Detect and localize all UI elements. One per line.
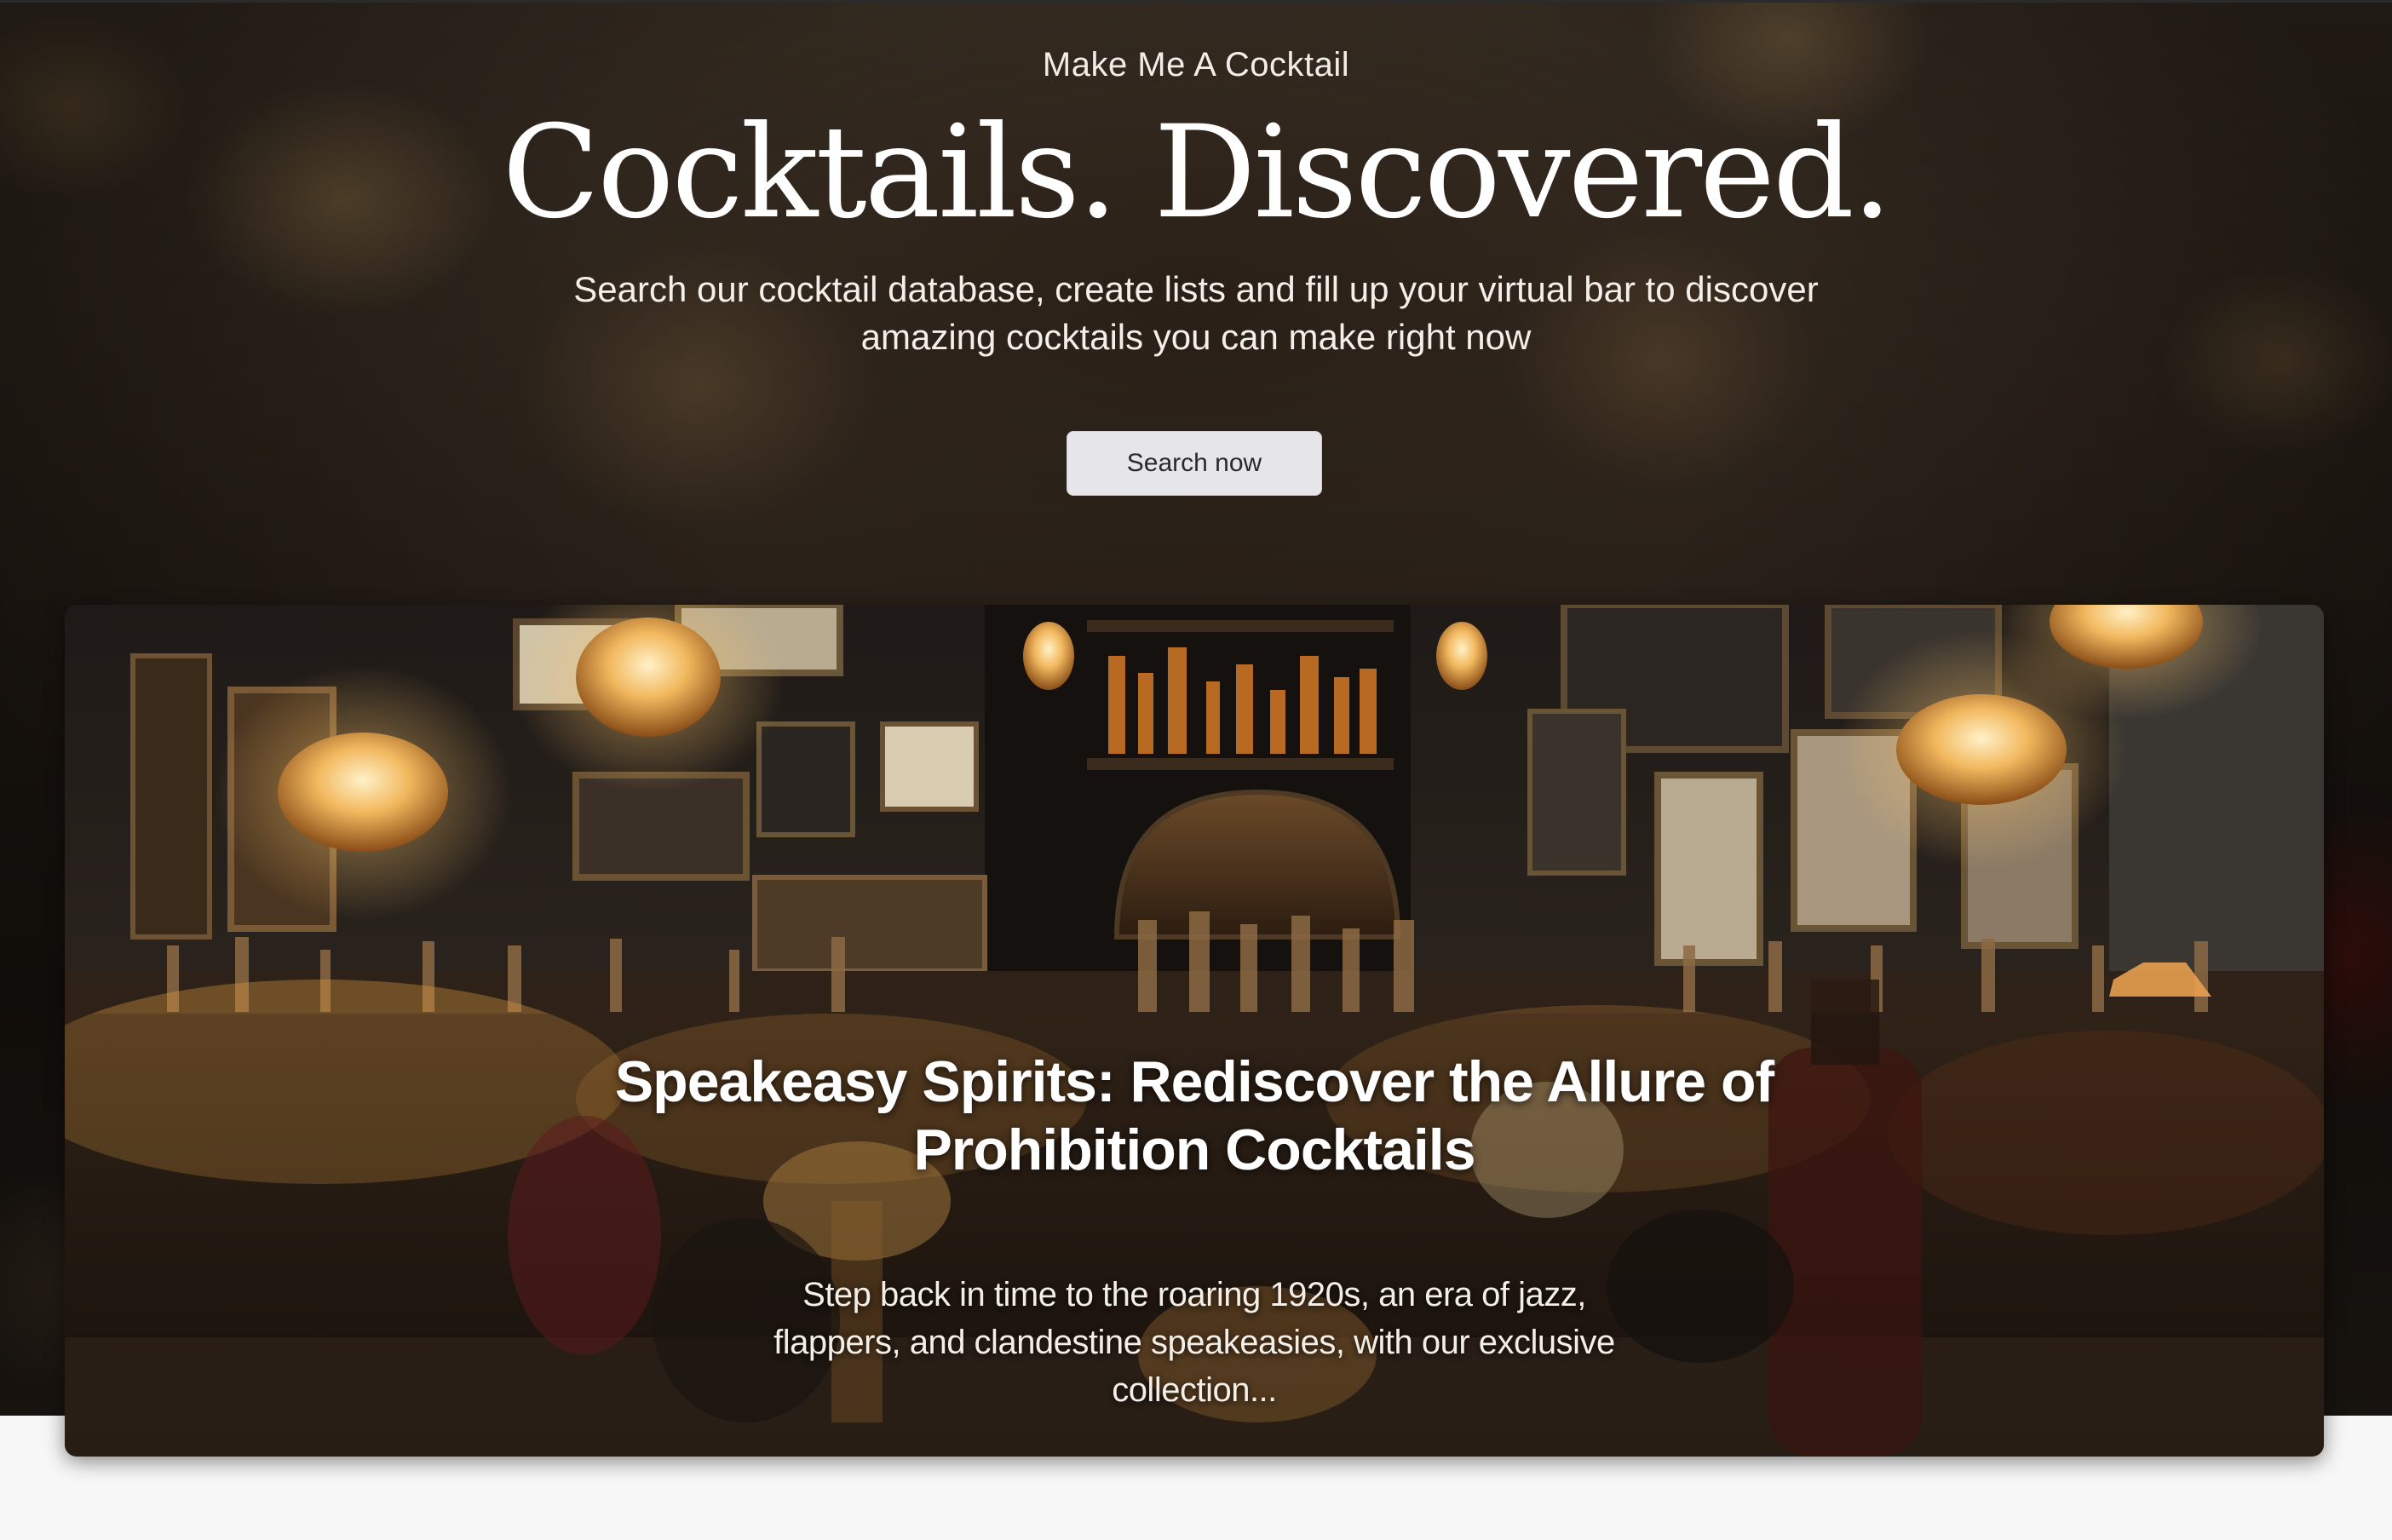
search-now-button[interactable]: Search now	[1067, 431, 1322, 496]
featured-article-title[interactable]: Speakeasy Spirits: Rediscover the Allure…	[598, 1048, 1791, 1184]
featured-article-excerpt: Step back in time to the roaring 1920s, …	[773, 1276, 1615, 1409]
hero-description: Search our cocktail database, create lis…	[573, 269, 1819, 357]
site-name: Make Me A Cocktail	[1042, 46, 1350, 83]
featured-article-card[interactable]: Speakeasy Spirits: Rediscover the Allure…	[65, 605, 2324, 1457]
home-page: Make Me A Cocktail Cocktails. Discovered…	[0, 0, 2392, 1540]
hero-headline: Cocktails. Discovered.	[502, 99, 1892, 247]
